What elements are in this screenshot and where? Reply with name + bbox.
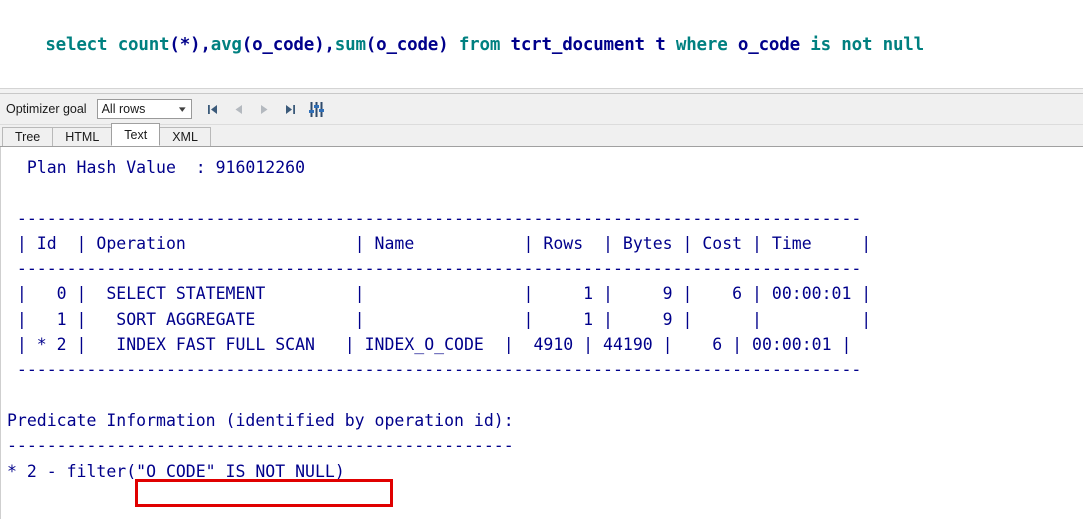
plan-options-icon[interactable] (304, 97, 330, 121)
explain-plan-text-pane[interactable]: Plan Hash Value : 916012260 ------------… (0, 147, 1083, 519)
optimizer-goal-label: Optimizer goal (6, 102, 87, 116)
sql-token: is not null (810, 35, 924, 55)
sql-token: (*), (169, 35, 211, 55)
plan-format-tabs: Tree HTML Text XML (0, 123, 1083, 147)
sql-token: tcrt_document t (510, 35, 676, 55)
plan-text-content: Plan Hash Value : 916012260 ------------… (1, 147, 1083, 484)
plan-toolbar: Optimizer goal All rows ▾ (0, 94, 1083, 125)
optimizer-goal-select[interactable]: All rows ▾ (96, 99, 192, 119)
tab-tree[interactable]: Tree (2, 127, 54, 146)
sql-token: sum (334, 35, 366, 55)
plan-separator-bottom: ----------------------------------------… (7, 360, 862, 380)
chevron-down-icon: ▾ (178, 103, 186, 114)
table-row: | * 2 | INDEX FAST FULL SCAN | INDEX_O_C… (7, 335, 852, 355)
sql-token: select (45, 35, 118, 55)
first-record-icon[interactable] (200, 97, 226, 121)
sql-token: (o_code), (241, 35, 335, 55)
plan-hash-line: Plan Hash Value : 916012260 (7, 158, 306, 177)
predicate-line: * 2 - filter("O_CODE" IS NOT NULL) (7, 461, 345, 481)
tab-text[interactable]: Text (111, 123, 161, 146)
predicate-rule: ----------------------------------------… (7, 436, 514, 456)
table-row: | 1 | SORT AGGREGATE | | 1 | 9 | | | (7, 309, 872, 329)
next-record-icon[interactable] (252, 97, 278, 121)
plan-separator-top: ----------------------------------------… (7, 208, 862, 228)
table-row: | 0 | SELECT STATEMENT | | 1 | 9 | 6 | 0… (7, 284, 872, 304)
sql-token: where (675, 35, 738, 55)
sql-statement-bar[interactable]: select count(*),avg(o_code),sum(o_code) … (0, 0, 1083, 88)
last-record-icon[interactable] (278, 97, 304, 121)
sql-token: o_code (737, 35, 811, 55)
plan-separator-mid: ----------------------------------------… (7, 259, 862, 279)
plan-header-row: | Id | Operation | Name | Rows | Bytes |… (7, 233, 872, 253)
sql-token: (o_code) (365, 35, 459, 55)
optimizer-goal-value: All rows (101, 102, 146, 116)
tab-html[interactable]: HTML (52, 127, 113, 146)
sql-token: avg (210, 35, 242, 55)
sql-statement-text: select count(*),avg(o_code),sum(o_code) … (4, 6, 1083, 84)
tab-xml[interactable]: XML (159, 127, 211, 146)
sql-token: from (458, 35, 511, 55)
previous-record-icon[interactable] (226, 97, 252, 121)
predicate-title: Predicate Information (identified by ope… (7, 410, 514, 430)
sql-token: count (117, 35, 170, 55)
